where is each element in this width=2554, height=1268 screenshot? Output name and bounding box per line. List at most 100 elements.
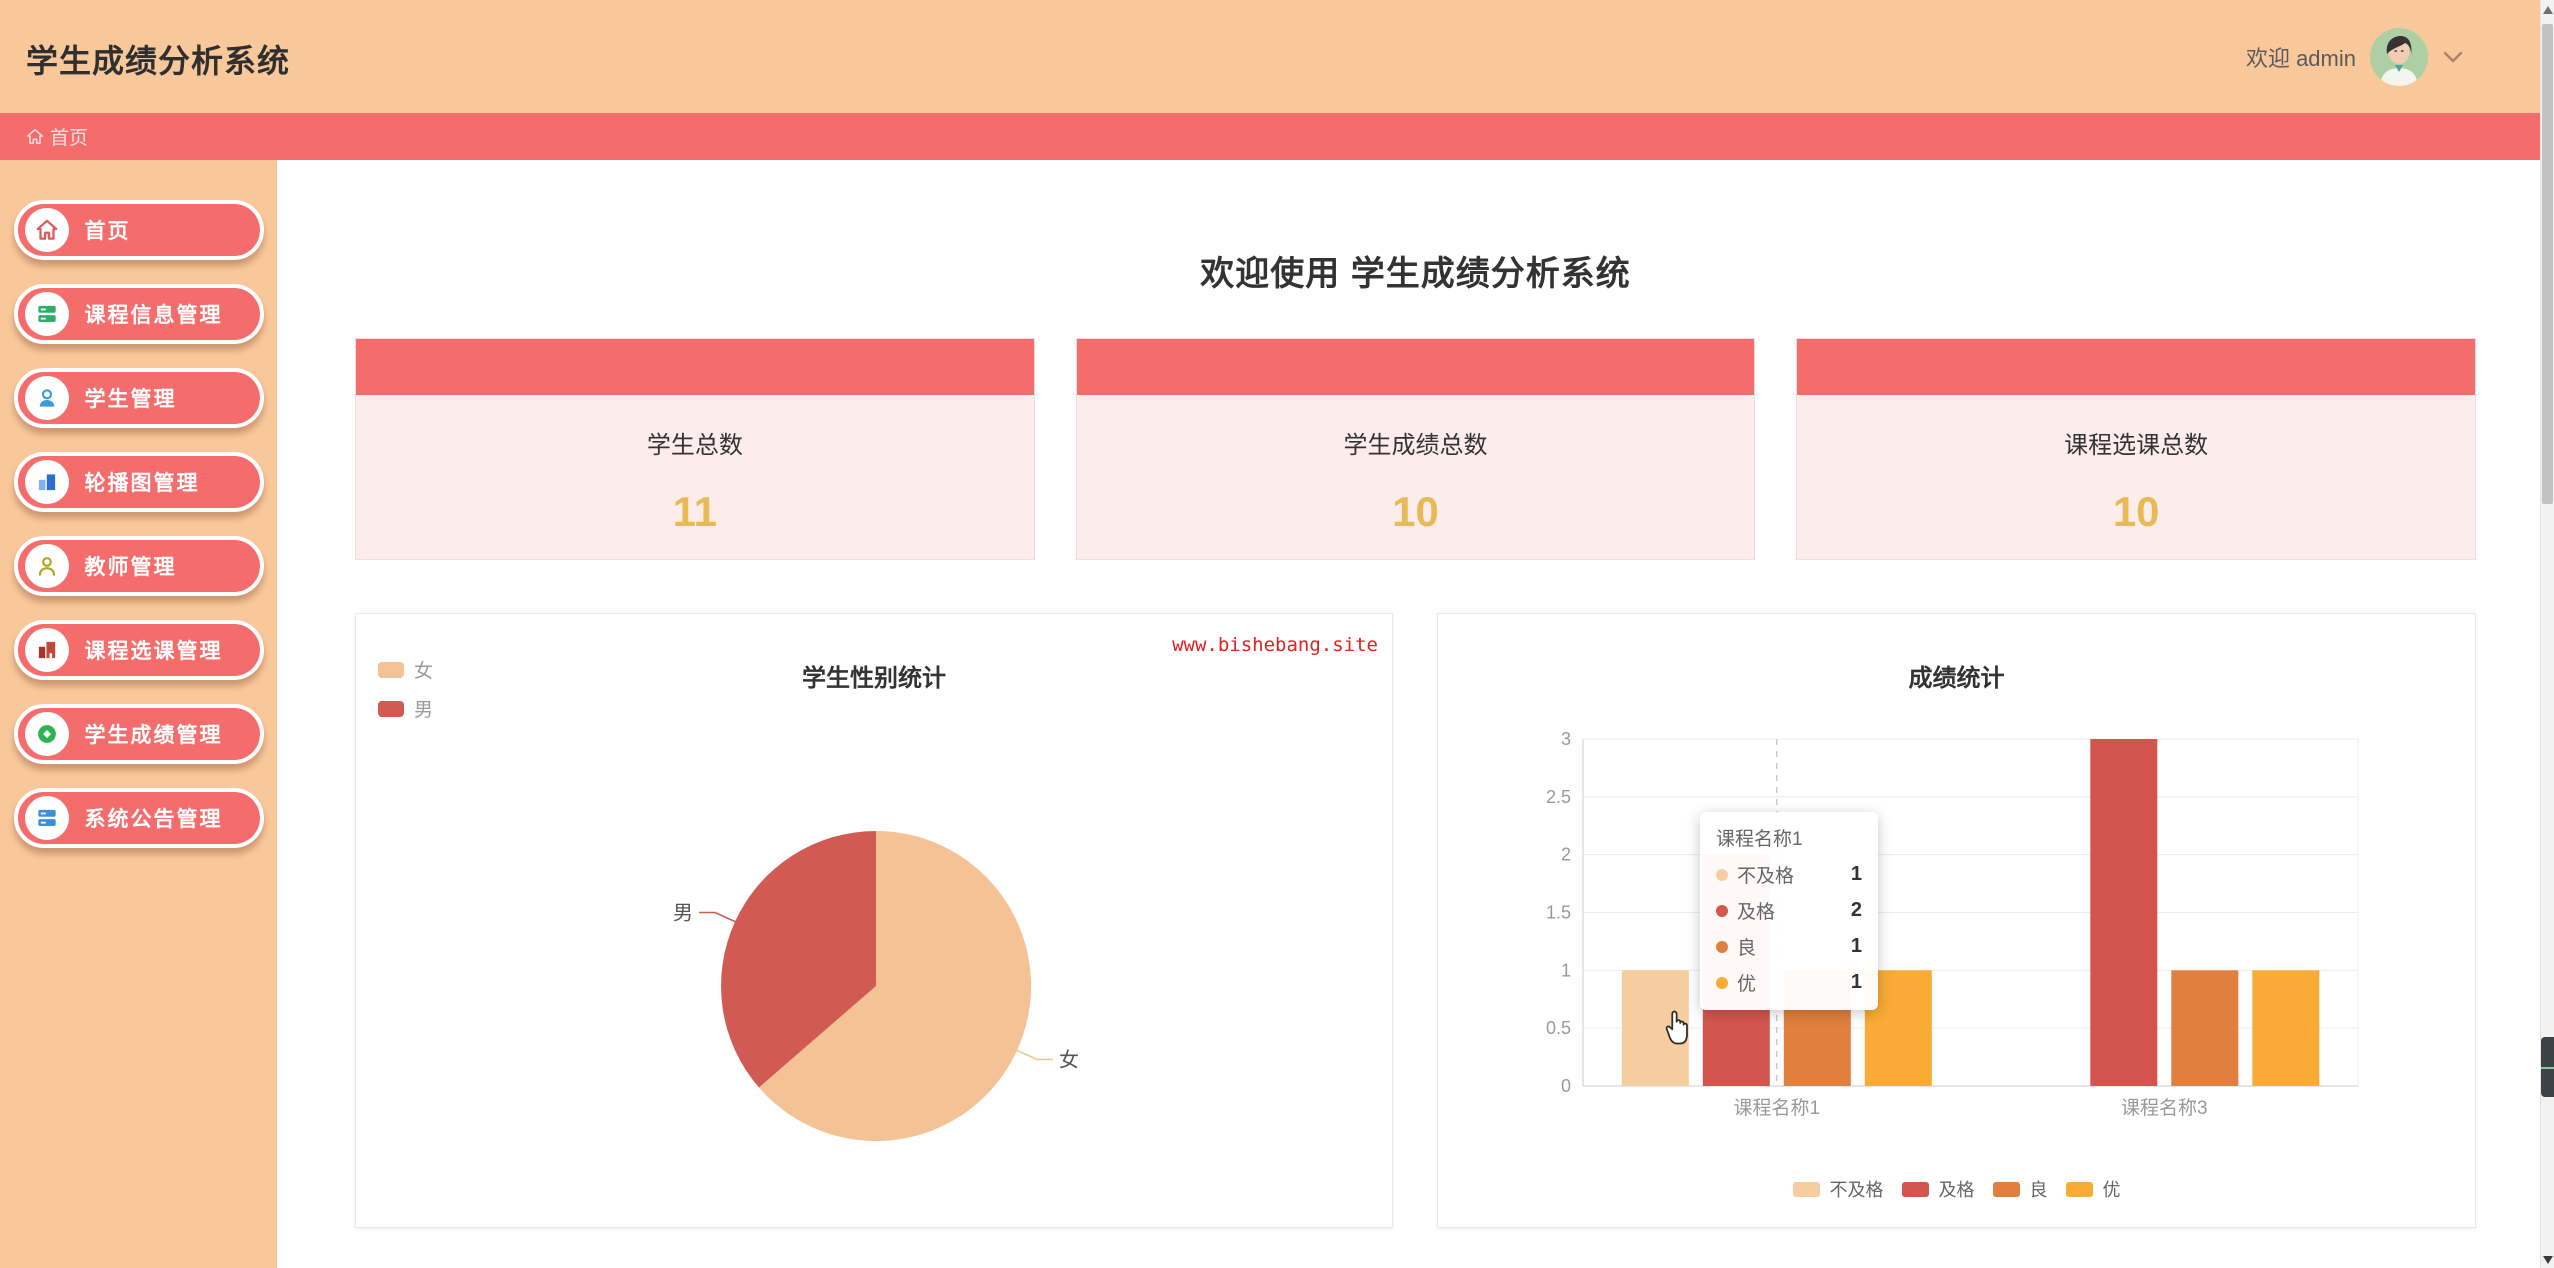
app-title: 学生成绩分析系统	[26, 36, 290, 82]
y-tick-label: 0.5	[1546, 1018, 1571, 1038]
sidebar-item-scores[interactable]: 学生成绩管理	[14, 704, 264, 764]
bar-legend-item-良[interactable]: 良	[1993, 1176, 2048, 1202]
side-widget[interactable]	[2541, 1037, 2554, 1097]
bar-legend-item-优[interactable]: 优	[2066, 1176, 2121, 1202]
sidebar-item-home[interactable]: 首页	[14, 200, 264, 260]
chart-tooltip: 课程名称1 不及格 1 及格 2 良 1 优 1	[1700, 812, 1878, 1010]
stat-value: 10	[1077, 488, 1755, 536]
user-menu[interactable]: 欢迎 admin	[2246, 0, 2464, 113]
student-icon	[25, 376, 69, 420]
pie-label: 女	[1059, 1049, 1079, 1072]
scrollbar-down-arrow[interactable]	[2543, 1256, 2553, 1264]
sidebar-item-course-select[interactable]: 课程选课管理	[14, 620, 264, 680]
pie-label: 男	[673, 903, 693, 925]
stat-label: 学生总数	[356, 425, 1034, 460]
charts-row: www.bishebang.site 学生性别统计 女男 女男 成绩统计 00.…	[355, 613, 2476, 1228]
sidebar-item-label: 学生管理	[85, 383, 177, 413]
score-bar-card: 成绩统计 00.511.522.53课程名称1课程名称3 课程名称1 不及格1及…	[1437, 613, 2476, 1228]
stat-card-scores: 学生成绩总数 10	[1076, 338, 1756, 560]
sidebar-item-label: 学生成绩管理	[85, 719, 223, 749]
tooltip-series-dot	[1716, 905, 1728, 917]
legend-swatch	[1793, 1182, 1820, 1197]
legend-label: 女	[414, 656, 433, 683]
y-tick-label: 2	[1561, 845, 1571, 865]
legend-swatch	[2066, 1182, 2093, 1197]
sidebar-item-carousel[interactable]: 轮播图管理	[14, 452, 264, 512]
sidebar-item-label: 课程信息管理	[85, 299, 223, 329]
page-title: 欢迎使用 学生成绩分析系统	[277, 246, 2554, 295]
sidebar-item-label: 系统公告管理	[85, 803, 223, 833]
tooltip-series-value: 1	[1851, 971, 1862, 994]
sidebar-item-label: 教师管理	[85, 551, 177, 581]
bar-legend: 不及格及格 良优	[1438, 1176, 2475, 1202]
stat-label: 学生成绩总数	[1077, 425, 1755, 460]
breadcrumb-bar: 首页	[0, 113, 2554, 160]
pie-chart-title: 学生性别统计	[356, 658, 1392, 693]
legend-swatch	[378, 662, 404, 678]
score-coin-icon	[25, 712, 69, 756]
teacher-icon	[25, 544, 69, 588]
stat-card-header	[1077, 339, 1755, 395]
tooltip-series-value: 1	[1851, 935, 1862, 958]
avatar-image	[2370, 28, 2428, 86]
pie-legend-item-男[interactable]: 男	[378, 695, 433, 722]
stat-value: 10	[1797, 488, 2475, 536]
bar-及格-课程名称3[interactable]	[2090, 739, 2157, 1086]
sidebar-item-course-info[interactable]: 课程信息管理	[14, 284, 264, 344]
notice-list-icon	[25, 796, 69, 840]
stat-value: 11	[356, 488, 1034, 536]
pie-label-line	[699, 913, 737, 923]
scrollbar-up-arrow[interactable]	[2543, 6, 2553, 14]
bar-良-课程名称3[interactable]	[2171, 970, 2238, 1086]
pie-label-line	[1015, 1050, 1053, 1060]
bar-优-课程名称3[interactable]	[2252, 970, 2319, 1086]
x-category-label: 课程名称3	[2121, 1097, 2208, 1119]
legend-label: 良	[2030, 1176, 2048, 1202]
y-tick-label: 3	[1561, 729, 1571, 749]
y-tick-label: 0	[1561, 1076, 1571, 1096]
gender-pie-card: www.bishebang.site 学生性别统计 女男 女男	[355, 613, 1393, 1228]
course-list-icon	[25, 292, 69, 336]
sidebar: 首页 课程信息管理 学生管理 轮播图管理 教师管理	[0, 160, 277, 1268]
watermark-url: www.bishebang.site	[1172, 634, 1378, 656]
tooltip-row: 及格 2	[1716, 897, 1862, 924]
y-tick-label: 2.5	[1546, 787, 1571, 807]
stats-row: 学生总数 11 学生成绩总数 10 课程选课总数 10	[355, 338, 2476, 560]
sidebar-item-teachers[interactable]: 教师管理	[14, 536, 264, 596]
bar-legend-item-及格[interactable]: 及格	[1902, 1176, 1975, 1202]
legend-swatch	[378, 701, 404, 717]
chevron-down-icon[interactable]	[2442, 50, 2464, 64]
sidebar-item-label: 课程选课管理	[85, 635, 223, 665]
cursor-pointer-icon	[1660, 1006, 1694, 1046]
score-bar-chart[interactable]: 00.511.522.53课程名称1课程名称3	[1438, 614, 2477, 1229]
breadcrumb-home[interactable]: 首页	[26, 123, 88, 150]
tooltip-title: 课程名称1	[1716, 824, 1862, 851]
legend-swatch	[1902, 1182, 1929, 1197]
tooltip-series-name: 良	[1737, 933, 1756, 960]
tooltip-series-dot	[1716, 869, 1728, 881]
building-icon	[25, 628, 69, 672]
welcome-user-text: 欢迎 admin	[2246, 41, 2356, 73]
tooltip-series-value: 1	[1851, 863, 1862, 886]
stat-card-students: 学生总数 11	[355, 338, 1035, 560]
legend-label: 男	[414, 695, 433, 722]
sidebar-item-label: 首页	[85, 215, 131, 245]
sidebar-item-students[interactable]: 学生管理	[14, 368, 264, 428]
scrollbar-thumb[interactable]	[2542, 24, 2553, 504]
top-header: 学生成绩分析系统 欢迎 admin	[0, 0, 2554, 113]
avatar[interactable]	[2370, 28, 2428, 86]
tooltip-series-name: 及格	[1737, 897, 1775, 924]
carousel-icon	[25, 460, 69, 504]
home-icon	[26, 128, 44, 145]
tooltip-series-name: 不及格	[1737, 861, 1794, 888]
tooltip-series-value: 2	[1851, 899, 1862, 922]
tooltip-series-name: 优	[1737, 969, 1756, 996]
bar-legend-item-不及格[interactable]: 不及格	[1793, 1176, 1884, 1202]
y-tick-label: 1	[1561, 960, 1571, 980]
stat-label: 课程选课总数	[1797, 425, 2475, 460]
legend-swatch	[1993, 1182, 2020, 1197]
pie-legend-item-女[interactable]: 女	[378, 656, 433, 683]
sidebar-item-notices[interactable]: 系统公告管理	[14, 788, 264, 848]
gender-pie-chart[interactable]: 女男	[356, 614, 1394, 1229]
tooltip-rows: 不及格 1 及格 2 良 1 优 1	[1716, 861, 1862, 996]
